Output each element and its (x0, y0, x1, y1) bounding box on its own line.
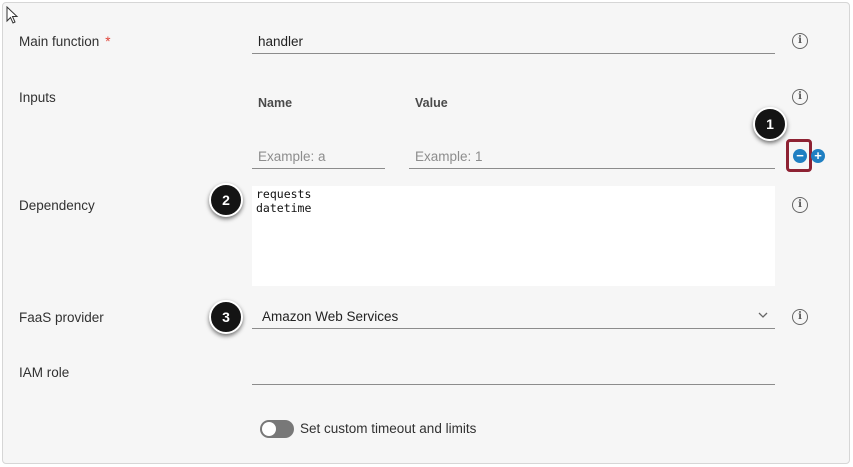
info-icon[interactable]: i (792, 309, 808, 325)
custom-timeout-label: Set custom timeout and limits (300, 421, 477, 436)
callout-2: 2 (209, 183, 243, 217)
callout-3: 3 (209, 300, 243, 334)
faas-provider-label: FaaS provider (19, 310, 104, 325)
inputs-name-header: Name (258, 96, 293, 110)
callout-1: 1 (753, 107, 787, 141)
input-value-field[interactable]: Example: 1 (409, 149, 775, 169)
input-value-placeholder: Example: 1 (415, 149, 483, 164)
iam-role-label: IAM role (19, 365, 70, 380)
toggle-knob (262, 422, 276, 436)
remove-input-button[interactable]: − (793, 149, 807, 163)
faas-provider-select[interactable]: Amazon Web Services (252, 309, 775, 329)
info-icon[interactable]: i (792, 197, 808, 213)
mouse-cursor-icon (6, 6, 19, 24)
info-icon[interactable]: i (792, 33, 808, 49)
input-name-field[interactable]: Example: a (252, 149, 385, 169)
info-icon[interactable]: i (792, 89, 808, 105)
add-input-button[interactable]: + (811, 149, 825, 163)
main-function-label: Main function * (19, 34, 111, 49)
inputs-label: Inputs (19, 90, 56, 105)
faas-provider-selected: Amazon Web Services (262, 309, 399, 324)
input-name-placeholder: Example: a (258, 149, 326, 164)
inputs-value-header: Value (415, 96, 448, 110)
iam-role-input[interactable] (252, 364, 775, 385)
required-marker: * (105, 34, 111, 49)
custom-timeout-toggle[interactable] (260, 420, 294, 438)
main-function-input[interactable]: handler (252, 34, 775, 54)
dependency-label: Dependency (19, 198, 95, 213)
chevron-down-icon (758, 312, 768, 318)
main-function-value: handler (258, 34, 304, 49)
dependency-textarea[interactable]: requests datetime (252, 186, 775, 286)
